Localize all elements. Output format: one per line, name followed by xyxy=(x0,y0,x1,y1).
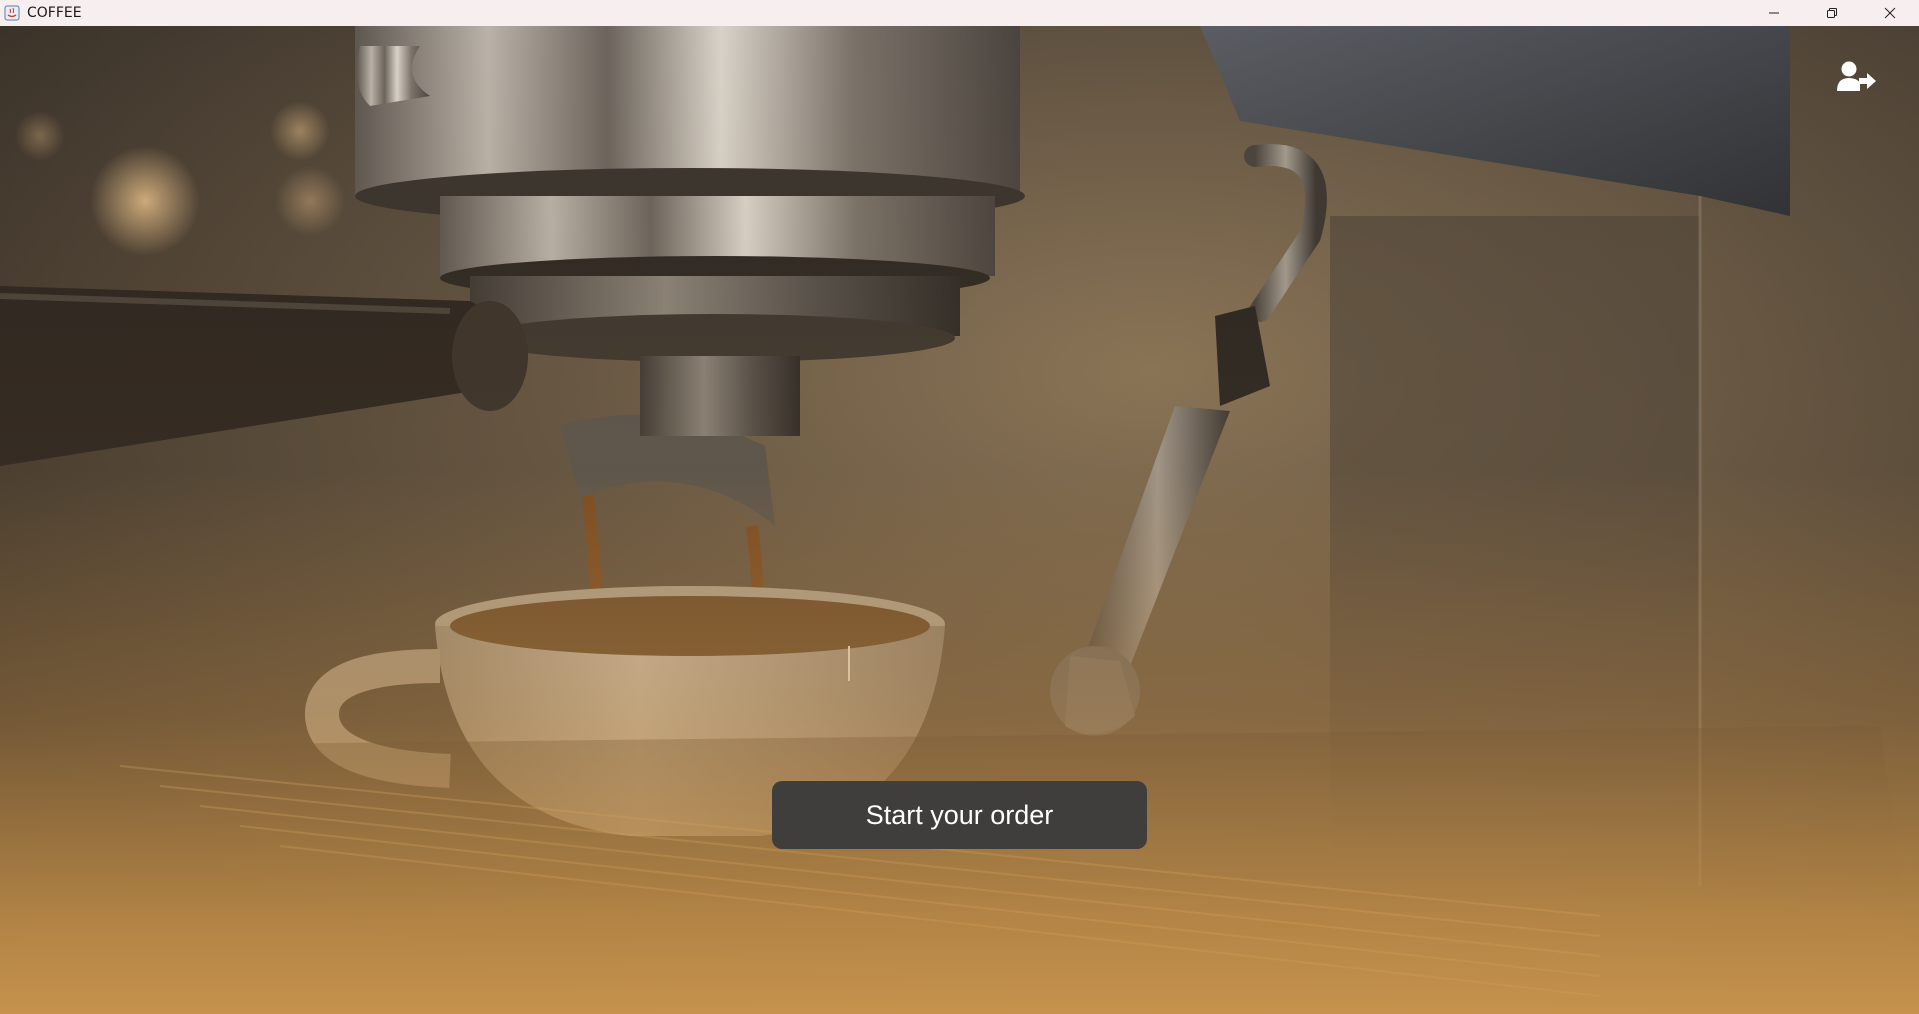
window-controls xyxy=(1745,0,1919,26)
user-plus-arrow-icon xyxy=(1837,61,1876,91)
close-button[interactable] xyxy=(1861,0,1919,26)
restore-icon xyxy=(1827,8,1837,18)
user-login-icon[interactable] xyxy=(1837,60,1877,94)
app-window: COFFEE Start your order xyxy=(0,0,1919,1014)
espresso-machine-background-image xyxy=(0,26,1919,1014)
restore-button[interactable] xyxy=(1803,0,1861,26)
minimize-icon xyxy=(1769,12,1779,14)
title-bar[interactable]: COFFEE xyxy=(0,0,1919,26)
main-content: Start your order xyxy=(0,26,1919,1014)
minimize-button[interactable] xyxy=(1745,0,1803,26)
close-icon xyxy=(1884,7,1896,19)
window-title: COFFEE xyxy=(27,5,82,21)
start-order-button[interactable]: Start your order xyxy=(772,781,1147,849)
java-app-icon xyxy=(3,4,21,22)
